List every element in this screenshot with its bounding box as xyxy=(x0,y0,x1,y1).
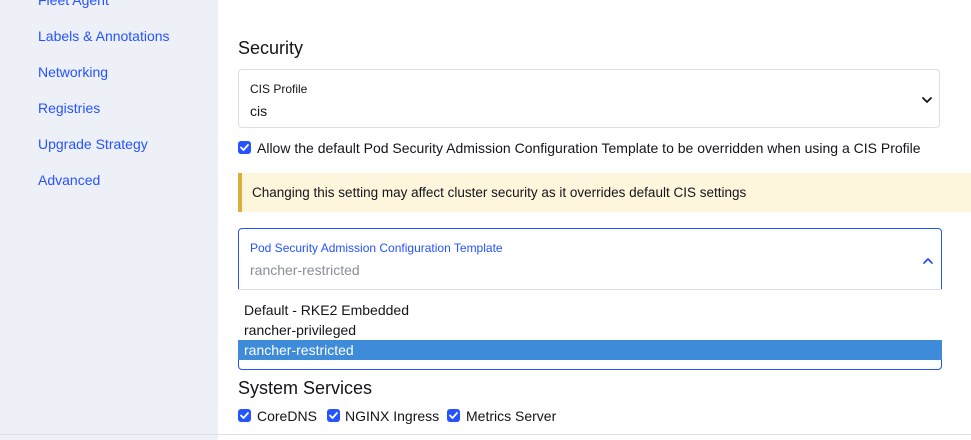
sidebar-item-advanced[interactable]: Advanced xyxy=(38,172,100,188)
warning-text: Changing this setting may affect cluster… xyxy=(252,185,747,200)
cis-profile-value: cis xyxy=(250,103,268,119)
metrics-server-label: Metrics Server xyxy=(466,408,557,424)
chevron-down-icon xyxy=(919,92,935,108)
psa-option-default-rke2[interactable]: Default - RKE2 Embedded xyxy=(238,300,942,320)
divider xyxy=(0,434,971,435)
coredns-label: CoreDNS xyxy=(257,408,317,424)
sidebar-item-fleet-agent[interactable]: Fleet Agent xyxy=(38,0,109,8)
cis-profile-label: CIS Profile xyxy=(250,82,308,96)
metrics-server-checkbox[interactable] xyxy=(447,409,460,422)
psa-option-rancher-restricted[interactable]: rancher-restricted xyxy=(238,340,942,360)
system-services-heading: System Services xyxy=(238,378,373,398)
coredns-checkbox[interactable] xyxy=(238,409,251,422)
allow-override-checkbox[interactable] xyxy=(238,141,251,154)
chevron-up-icon xyxy=(920,253,936,269)
sidebar-item-registries[interactable]: Registries xyxy=(38,100,100,116)
psa-template-label: Pod Security Admission Configuration Tem… xyxy=(250,241,503,255)
sidebar-item-networking[interactable]: Networking xyxy=(38,64,108,80)
psa-template-value: rancher-restricted xyxy=(250,262,360,278)
cis-profile-select[interactable]: CIS Profile cis xyxy=(238,69,940,128)
security-heading: Security xyxy=(238,38,304,58)
psa-option-rancher-privileged[interactable]: rancher-privileged xyxy=(238,320,942,340)
warning-banner: Changing this setting may affect cluster… xyxy=(238,173,971,212)
psa-template-dropdown: Default - RKE2 Embedded rancher-privileg… xyxy=(238,289,942,360)
sidebar-item-upgrade-strategy[interactable]: Upgrade Strategy xyxy=(38,136,148,152)
nginx-ingress-checkbox[interactable] xyxy=(327,409,340,422)
sidebar-item-labels-annotations[interactable]: Labels & Annotations xyxy=(38,28,170,44)
nginx-ingress-label: NGINX Ingress xyxy=(345,408,440,424)
sidebar-nav: Fleet Agent Labels & Annotations Network… xyxy=(0,0,218,440)
allow-override-label: Allow the default Pod Security Admission… xyxy=(257,140,921,156)
